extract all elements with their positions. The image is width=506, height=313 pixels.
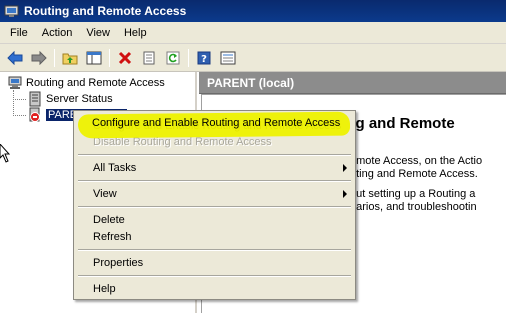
toolbar: ? — [0, 44, 506, 72]
tree-node-server-status[interactable]: Server Status — [27, 91, 113, 107]
tree-connector — [13, 115, 26, 116]
properties-button[interactable] — [138, 47, 160, 69]
menu-item-delete[interactable]: Delete — [76, 211, 353, 228]
back-arrow-icon — [7, 50, 23, 65]
delete-icon — [118, 51, 132, 64]
routing-root-icon — [8, 76, 22, 89]
server-stopped-icon — [29, 107, 40, 122]
menu-separator — [78, 180, 351, 182]
tree-node-root-label: Routing and Remote Access — [26, 77, 165, 89]
menu-item-help[interactable]: Help — [76, 280, 353, 297]
menu-help[interactable]: Help — [117, 25, 154, 41]
forward-button[interactable] — [28, 47, 50, 69]
delete-button[interactable] — [114, 47, 136, 69]
welcome-text-line: emote Access, on the Actio — [350, 155, 483, 167]
window-title: Routing and Remote Access — [24, 4, 187, 18]
forward-arrow-icon — [31, 50, 47, 65]
refresh-icon — [166, 51, 180, 64]
properties-icon — [143, 51, 155, 64]
tree-node-server-status-label: Server Status — [46, 93, 113, 105]
menu-separator — [78, 275, 351, 277]
refresh-button[interactable] — [162, 47, 184, 69]
menu-action[interactable]: Action — [35, 25, 80, 41]
menu-item-refresh[interactable]: Refresh — [76, 228, 353, 245]
menu-view[interactable]: View — [79, 25, 117, 41]
welcome-text-line: uting and Remote Access. — [350, 168, 478, 180]
toolbar-separator — [188, 48, 189, 67]
up-folder-icon — [62, 53, 78, 64]
toolbar-separator — [109, 48, 110, 67]
server-status-icon — [29, 91, 41, 107]
menu-item-label: Refresh — [93, 230, 132, 243]
show-hide-tree-icon — [86, 51, 102, 64]
up-one-level-button[interactable] — [59, 47, 81, 69]
result-pane-header: PARENT (local) — [199, 72, 506, 94]
menu-item-label: Delete — [93, 213, 125, 226]
welcome-text-line: narios, and troubleshootin — [350, 201, 477, 213]
menu-item-label: Help — [93, 282, 116, 295]
menu-bar: File Action View Help — [0, 22, 506, 44]
menu-file[interactable]: File — [3, 25, 35, 41]
mouse-cursor-icon — [0, 144, 10, 163]
context-menu: Configure and Enable Routing and Remote … — [73, 110, 356, 300]
tree-connector — [13, 99, 26, 100]
menu-item-label: View — [93, 187, 117, 200]
toolbar-separator — [54, 48, 55, 67]
menu-item-all-tasks[interactable]: All Tasks — [76, 159, 353, 176]
menu-separator — [78, 206, 351, 208]
export-list-button[interactable] — [217, 47, 239, 69]
tree-node-root[interactable]: Routing and Remote Access — [7, 75, 165, 91]
menu-item-label: Properties — [93, 256, 144, 269]
title-bar: Routing and Remote Access — [0, 0, 506, 22]
highlighted-menu-item-label[interactable]: Configure and Enable Routing and Remote … — [92, 117, 340, 129]
menu-item-properties[interactable]: Properties — [76, 254, 353, 271]
export-list-icon — [220, 51, 236, 64]
welcome-text-line: out setting up a Routing a — [350, 188, 476, 200]
routing-app-icon — [4, 5, 19, 17]
back-button[interactable] — [4, 47, 26, 69]
help-button[interactable]: ? — [193, 47, 215, 69]
svg-text:?: ? — [201, 54, 207, 65]
menu-separator — [78, 154, 351, 156]
menu-item-view[interactable]: View — [76, 185, 353, 202]
help-icon: ? — [197, 51, 211, 65]
menu-item-label: All Tasks — [93, 161, 137, 174]
tree-connector — [13, 90, 14, 116]
show-hide-tree-button[interactable] — [83, 47, 105, 69]
menu-separator — [78, 249, 351, 251]
submenu-arrow-icon — [343, 164, 347, 172]
submenu-arrow-icon — [343, 190, 347, 198]
